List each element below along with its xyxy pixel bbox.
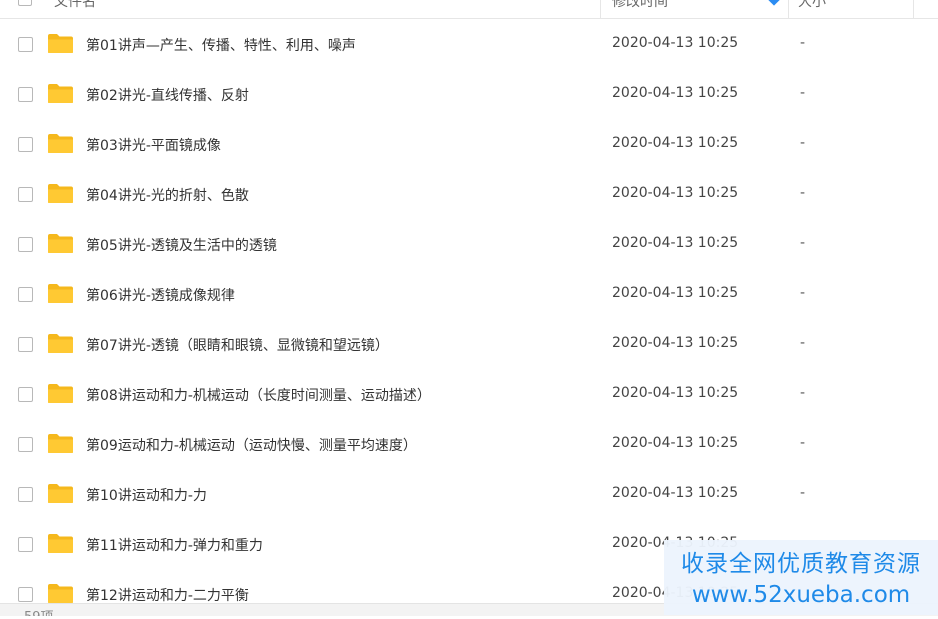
watermark-banner: 收录全网优质教育资源 www.52xueba.com — [664, 540, 938, 615]
table-row[interactable]: 第10讲运动和力-力 2020-04-13 10:25 - — [0, 469, 938, 519]
row-checkbox[interactable] — [18, 37, 33, 52]
folder-icon — [48, 134, 73, 153]
column-divider[interactable] — [600, 0, 601, 18]
folder-icon — [48, 34, 73, 53]
folder-icon — [48, 584, 73, 603]
file-name[interactable]: 第12讲运动和力-二力平衡 — [86, 585, 249, 605]
folder-icon — [48, 234, 73, 253]
file-size: - — [800, 185, 806, 201]
folder-icon — [48, 484, 73, 503]
watermark-slogan: 收录全网优质教育资源 — [681, 551, 921, 577]
file-size: - — [800, 435, 806, 451]
table-row[interactable]: 第08讲运动和力-机械运动（长度时间测量、运动描述） 2020-04-13 10:… — [0, 369, 938, 419]
modified-time: 2020-04-13 10:25 — [612, 235, 739, 251]
file-name[interactable]: 第07讲光-透镜（眼睛和眼镜、显微镜和望远镜） — [86, 335, 389, 355]
file-name[interactable]: 第08讲运动和力-机械运动（长度时间测量、运动描述） — [86, 385, 431, 405]
file-name[interactable]: 第10讲运动和力-力 — [86, 485, 207, 505]
row-checkbox[interactable] — [18, 487, 33, 502]
file-size: - — [800, 285, 806, 301]
row-checkbox[interactable] — [18, 587, 33, 602]
modified-time: 2020-04-13 10:25 — [612, 135, 739, 151]
folder-icon — [48, 84, 73, 103]
folder-icon — [48, 334, 73, 353]
modified-time: 2020-04-13 10:25 — [612, 435, 739, 451]
modified-time: 2020-04-13 10:25 — [612, 85, 739, 101]
table-row[interactable]: 第09运动和力-机械运动（运动快慢、测量平均速度） 2020-04-13 10:2… — [0, 419, 938, 469]
file-size: - — [800, 335, 806, 351]
file-name[interactable]: 第04讲光-光的折射、色散 — [86, 185, 249, 205]
file-name[interactable]: 第09运动和力-机械运动（运动快慢、测量平均速度） — [86, 435, 417, 455]
table-row[interactable]: 第06讲光-透镜成像规律 2020-04-13 10:25 - — [0, 269, 938, 319]
file-name[interactable]: 第03讲光-平面镜成像 — [86, 135, 221, 155]
watermark-url: www.52xueba.com — [691, 582, 911, 608]
table-row[interactable]: 第05讲光-透镜及生活中的透镜 2020-04-13 10:25 - — [0, 219, 938, 269]
modified-time: 2020-04-13 10:25 — [612, 485, 739, 501]
file-size: - — [800, 85, 806, 101]
row-checkbox[interactable] — [18, 137, 33, 152]
column-divider[interactable] — [788, 0, 789, 18]
table-row[interactable]: 第04讲光-光的折射、色散 2020-04-13 10:25 - — [0, 169, 938, 219]
folder-icon — [48, 184, 73, 203]
select-all-checkbox[interactable] — [18, 0, 32, 6]
modified-time: 2020-04-13 10:25 — [612, 385, 739, 401]
row-checkbox[interactable] — [18, 187, 33, 202]
column-header-size[interactable]: 大小 — [798, 0, 826, 11]
column-header-modified[interactable]: 修改时间 — [612, 0, 668, 11]
row-checkbox[interactable] — [18, 87, 33, 102]
row-checkbox[interactable] — [18, 337, 33, 352]
file-size: - — [800, 35, 806, 51]
row-checkbox[interactable] — [18, 387, 33, 402]
file-name[interactable]: 第06讲光-透镜成像规律 — [86, 285, 235, 305]
table-row[interactable]: 第03讲光-平面镜成像 2020-04-13 10:25 - — [0, 119, 938, 169]
row-checkbox[interactable] — [18, 287, 33, 302]
file-name[interactable]: 第01讲声—产生、传播、特性、利用、噪声 — [86, 35, 356, 55]
modified-time: 2020-04-13 10:25 — [612, 335, 739, 351]
file-name[interactable]: 第11讲运动和力-弹力和重力 — [86, 535, 263, 555]
row-checkbox[interactable] — [18, 537, 33, 552]
file-size: - — [800, 235, 806, 251]
file-name[interactable]: 第02讲光-直线传播、反射 — [86, 85, 249, 105]
row-checkbox[interactable] — [18, 237, 33, 252]
column-divider[interactable] — [913, 0, 914, 18]
table-row[interactable]: 第01讲声—产生、传播、特性、利用、噪声 2020-04-13 10:25 - — [0, 19, 938, 69]
file-name[interactable]: 第05讲光-透镜及生活中的透镜 — [86, 235, 277, 255]
table-row[interactable]: 第07讲光-透镜（眼睛和眼镜、显微镜和望远镜） 2020-04-13 10:25 - — [0, 319, 938, 369]
modified-time: 2020-04-13 10:25 — [612, 35, 739, 51]
file-size: - — [800, 135, 806, 151]
file-size: - — [800, 485, 806, 501]
modified-time: 2020-04-13 10:25 — [612, 285, 739, 301]
sort-desc-icon[interactable] — [768, 0, 780, 6]
modified-time: 2020-04-13 10:25 — [612, 185, 739, 201]
folder-icon — [48, 434, 73, 453]
column-header-name[interactable]: 文件名 — [54, 0, 96, 11]
table-row[interactable]: 第02讲光-直线传播、反射 2020-04-13 10:25 - — [0, 69, 938, 119]
folder-icon — [48, 384, 73, 403]
folder-icon — [48, 534, 73, 553]
file-list-header: 文件名 修改时间 大小 — [0, 0, 938, 19]
folder-icon — [48, 284, 73, 303]
file-size: - — [800, 385, 806, 401]
row-checkbox[interactable] — [18, 437, 33, 452]
